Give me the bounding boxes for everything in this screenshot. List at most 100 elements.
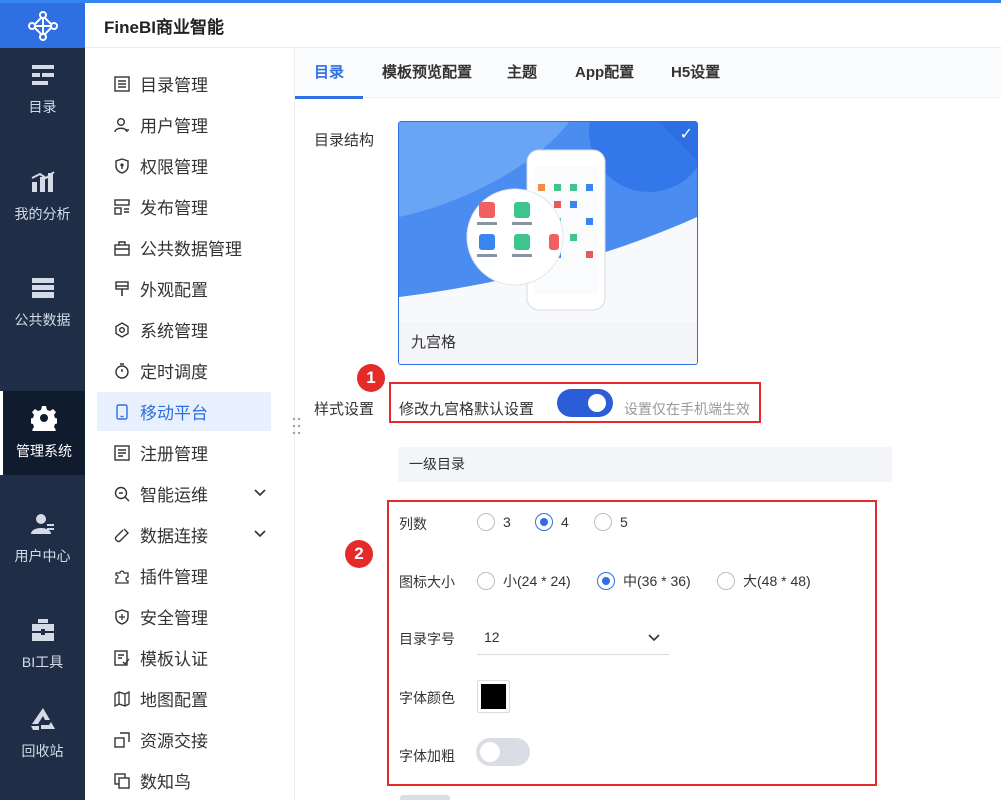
- subnav-item-plugins[interactable]: 插件管理: [97, 556, 271, 595]
- rail-label: 管理系统: [16, 443, 72, 459]
- timer-icon: [113, 362, 131, 380]
- analysis-icon: [31, 171, 55, 192]
- subnav-item-catalog[interactable]: 目录管理: [97, 64, 271, 103]
- rail-label: BI工具: [21, 654, 64, 670]
- subnav-label: 注册管理: [140, 445, 208, 464]
- subnav-label: 插件管理: [140, 568, 208, 587]
- font-color-picker[interactable]: [477, 680, 510, 713]
- recycle-icon: [30, 708, 55, 730]
- subnav-item-security[interactable]: 安全管理: [97, 597, 271, 636]
- icon-size-label: 图标大小: [399, 574, 455, 590]
- columns-label: 列数: [399, 516, 427, 532]
- puzzle-icon: [113, 567, 131, 585]
- subnav-label: 公共数据管理: [140, 240, 242, 259]
- font-bold-toggle[interactable]: [476, 738, 530, 766]
- style-settings-label: 样式设置: [314, 401, 375, 418]
- security-icon: [113, 608, 131, 626]
- subnav-label: 定时调度: [140, 363, 208, 382]
- section-level-one: 一级目录: [398, 447, 892, 482]
- rail-label: 我的分析: [14, 206, 71, 222]
- grid-layout-card[interactable]: ✓ 九宫格: [398, 121, 698, 365]
- icon-size-radio-medium[interactable]: 中(36 * 36): [597, 571, 691, 591]
- admin-subnav: 目录管理 用户管理 权限管理 发布管理 公共数据管理 外观配置 系统管理 定时调…: [85, 48, 295, 800]
- font-size-label: 目录字号: [399, 631, 455, 647]
- gear-icon: [31, 406, 57, 431]
- rail-label: 用户中心: [14, 548, 71, 564]
- tab-theme[interactable]: 主题: [507, 48, 537, 98]
- columns-radio-5[interactable]: 5: [594, 513, 628, 531]
- app-header: FineBI商业智能: [85, 3, 1001, 48]
- font-color-label: 字体颜色: [399, 690, 455, 706]
- rail-item-public-data[interactable]: 公共数据: [0, 261, 85, 345]
- briefcase-icon: [113, 239, 131, 257]
- subnav-item-system[interactable]: 系统管理: [97, 310, 271, 349]
- brush-icon: [113, 280, 131, 298]
- font-size-select[interactable]: 12: [477, 620, 669, 655]
- subnav-label: 外观配置: [140, 281, 208, 300]
- font-size-value: 12: [484, 629, 500, 645]
- catalog-icon: [31, 65, 54, 85]
- subnav-item-resource-transfer[interactable]: 资源交接: [97, 720, 271, 759]
- tab-app-config[interactable]: App配置: [575, 48, 634, 98]
- tab-h5-settings[interactable]: H5设置: [671, 48, 720, 98]
- subnav-item-publish[interactable]: 发布管理: [97, 187, 271, 226]
- app-title: FineBI商业智能: [104, 17, 224, 37]
- mobile-only-hint: 设置仅在手机端生效: [624, 401, 750, 417]
- main-rail: 目录 我的分析 公共数据 管理系统 用户中心 BI工具 回收站: [0, 0, 85, 800]
- columns-radio-4[interactable]: 4: [535, 513, 569, 531]
- subnav-item-public-data[interactable]: 公共数据管理: [97, 228, 271, 267]
- rail-item-analysis[interactable]: 我的分析: [0, 155, 85, 239]
- catalog-structure-label: 目录结构: [314, 132, 375, 149]
- copy-icon: [113, 772, 131, 790]
- chevron-down-icon: [648, 634, 660, 642]
- rail-item-admin[interactable]: 管理系统: [0, 391, 85, 475]
- subnav-item-template-cert[interactable]: 模板认证: [97, 638, 271, 677]
- publish-icon: [113, 198, 131, 216]
- subnav-item-permissions[interactable]: 权限管理: [97, 146, 271, 185]
- rail-item-bi-tools[interactable]: BI工具: [0, 603, 85, 687]
- resize-handle-icon[interactable]: [292, 416, 302, 436]
- icon-size-radio-large[interactable]: 大(48 * 48): [717, 571, 811, 591]
- rail-item-catalog[interactable]: 目录: [0, 48, 85, 132]
- toolbox-icon: [31, 619, 54, 641]
- ops-icon: [113, 485, 131, 503]
- subnav-item-register[interactable]: 注册管理: [97, 433, 271, 472]
- subnav-label: 数据连接: [140, 527, 208, 546]
- subnav-label: 资源交接: [140, 732, 208, 751]
- rail-label: 回收站: [21, 743, 64, 759]
- link-icon: [113, 526, 131, 544]
- modify-default-label: 修改九宫格默认设置: [399, 401, 535, 418]
- logo-icon: [27, 10, 58, 41]
- modify-default-toggle[interactable]: [557, 389, 613, 417]
- subnav-item-appearance[interactable]: 外观配置: [97, 269, 271, 308]
- subnav-item-mobile[interactable]: 移动平台: [97, 392, 271, 431]
- subnav-item-data-connection[interactable]: 数据连接: [97, 515, 271, 554]
- subnav-item-map[interactable]: 地图配置: [97, 679, 271, 718]
- subnav-label: 移动平台: [140, 404, 208, 423]
- app-logo[interactable]: [0, 3, 85, 48]
- chevron-down-icon[interactable]: [253, 527, 267, 541]
- subnav-label: 用户管理: [140, 117, 208, 136]
- font-color-swatch: [481, 684, 506, 709]
- grid-layout-preview: [399, 122, 697, 322]
- annotation-badge-1: 1: [357, 364, 385, 392]
- tab-bar: 目录 模板预览配置 主题 App配置 H5设置: [294, 48, 1001, 99]
- tab-template-preview[interactable]: 模板预览配置: [382, 48, 472, 98]
- subnav-item-schedule[interactable]: 定时调度: [97, 351, 271, 390]
- subnav-label: 系统管理: [140, 322, 208, 341]
- rail-item-user-center[interactable]: 用户中心: [0, 497, 85, 581]
- subnav-item-users[interactable]: 用户管理: [97, 105, 271, 144]
- annotation-badge-2: 2: [345, 540, 373, 568]
- subnav-item-shuzhiniao[interactable]: 数知鸟: [97, 761, 271, 800]
- subnav-label: 安全管理: [140, 609, 208, 628]
- chevron-down-icon[interactable]: [253, 486, 267, 500]
- font-bold-label: 字体加粗: [399, 748, 455, 764]
- tab-catalog[interactable]: 目录: [294, 48, 364, 99]
- icon-size-radio-small[interactable]: 小(24 * 24): [477, 571, 571, 591]
- subnav-label: 权限管理: [140, 158, 208, 177]
- columns-radio-3[interactable]: 3: [477, 513, 511, 531]
- rail-item-recycle[interactable]: 回收站: [0, 692, 85, 776]
- subnav-item-ops[interactable]: 智能运维: [97, 474, 271, 513]
- top-accent-line: [0, 0, 1001, 3]
- grid-layout-card-label: 九宫格: [399, 322, 697, 364]
